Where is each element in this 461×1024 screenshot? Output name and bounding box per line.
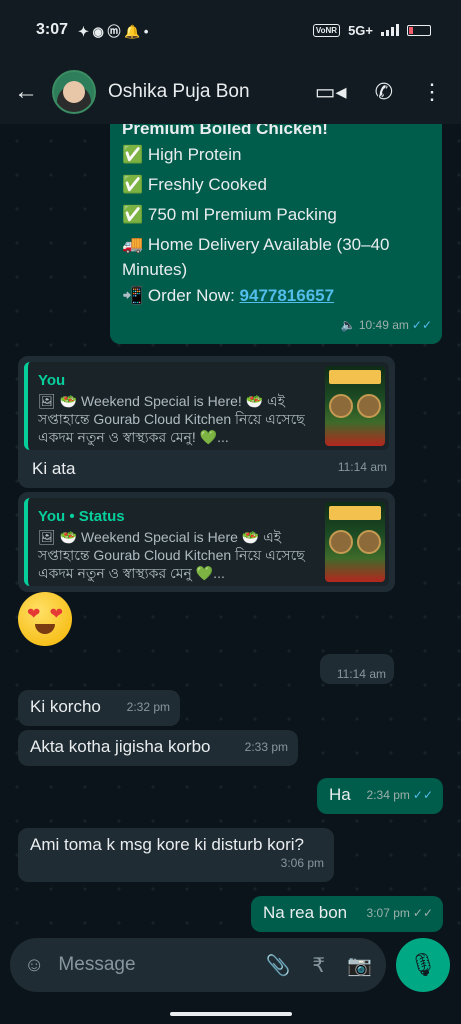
message-outgoing[interactable]: Ha 2:34 pm ✓✓ [317, 778, 443, 814]
signal-icon [381, 24, 399, 36]
message-text: Na rea bon [263, 903, 348, 922]
message-input-bar[interactable]: ☺ Message 📎 ₹ 📷 [10, 938, 386, 992]
volte-badge: VoNR [312, 23, 341, 37]
message-time: 11:14 am [337, 460, 387, 474]
notification-icons: ✦ ◉ ⓜ 🔔 • [78, 23, 149, 39]
message-time: 2:32 pm [126, 700, 170, 714]
message-incoming-status-reply[interactable]: You • Status 🖼 🥗 Weekend Special is Here… [18, 492, 395, 592]
quoted-message[interactable]: You 🖼 🥗 Weekend Special is Here! 🥗 এই সপ… [24, 362, 389, 450]
message-outgoing[interactable]: Na rea bon 3:07 pm ✓✓ [251, 896, 443, 932]
sticker-icon[interactable]: ☺ [24, 954, 44, 977]
more-menu-icon[interactable]: ⋮ [421, 79, 443, 105]
message-incoming[interactable]: Akta kotha jigisha korbo 2:33 pm [18, 730, 298, 766]
avatar[interactable] [52, 70, 96, 114]
read-ticks-icon: ✓✓ [411, 318, 432, 332]
attach-icon[interactable]: 📎 [265, 953, 290, 978]
message-text: Akta kotha jigisha korbo [30, 737, 211, 756]
message-time: 11:14 am [336, 667, 386, 681]
message-line: Premium Boiled Chicken! [122, 124, 328, 138]
read-ticks-icon: ✓✓ [412, 906, 433, 920]
mic-icon[interactable]: 🎙 [396, 938, 450, 992]
message-time: 2:33 pm [244, 740, 288, 754]
phone-link[interactable]: 9477816657 [240, 286, 335, 305]
speaker-icon: 🔈 [340, 318, 359, 332]
status-thumbnail [325, 502, 385, 582]
message-incoming-reply[interactable]: You 🖼 🥗 Weekend Special is Here! 🥗 এই সপ… [18, 356, 395, 488]
payment-rupee-icon[interactable]: ₹ [312, 953, 325, 978]
video-call-icon[interactable]: ▭◂ [315, 79, 347, 105]
quote-text: 🖼 🥗 Weekend Special is Here! 🥗 এই সপ্তাহ… [38, 393, 305, 445]
message-time: 10:49 am [358, 318, 409, 332]
back-arrow-icon[interactable]: ← [0, 78, 52, 106]
home-indicator [170, 1012, 292, 1016]
chat-area[interactable]: Premium Boiled Chicken! ✅ High Protein ✅… [0, 124, 461, 936]
message-line: ✅ 750 ml Premium Packing [122, 205, 337, 224]
status-bar: 3:07 ✦ ◉ ⓜ 🔔 • VoNR 5G+ [0, 0, 461, 60]
phone-call-icon[interactable]: ✆ [375, 79, 393, 105]
message-line: Minutes) [122, 260, 188, 279]
camera-icon[interactable]: 📷 [347, 953, 372, 978]
quote-author: You • Status [38, 508, 125, 525]
quoted-status[interactable]: You • Status 🖼 🥗 Weekend Special is Here… [24, 498, 389, 586]
message-time: 3:07 pm [366, 906, 410, 920]
message-incoming[interactable]: Ki korcho 2:32 pm [18, 690, 180, 726]
message-text: Ki ata [32, 459, 76, 478]
message-time: 2:34 pm [366, 788, 410, 802]
message-line: 🚚 Home Delivery Available (30–40 [122, 235, 390, 254]
order-label: 📲 Order Now: [122, 286, 240, 305]
message-outgoing[interactable]: Premium Boiled Chicken! ✅ High Protein ✅… [110, 124, 442, 344]
message-input[interactable]: Message [58, 954, 243, 976]
quote-author: You [38, 372, 66, 389]
battery-icon [407, 24, 431, 36]
message-text: Ki korcho [30, 697, 101, 716]
message-line: ✅ High Protein [122, 145, 242, 164]
heart-eyes-emoji-icon: ❤ ❤ [18, 592, 72, 646]
network-label: 5G+ [348, 22, 373, 38]
message-incoming[interactable]: Ami toma k msg kore ki disturb kori? 3:0… [18, 828, 334, 882]
read-ticks-icon: ✓✓ [412, 788, 433, 802]
contact-name[interactable]: Oshika Puja Bon [108, 81, 315, 103]
quote-thumbnail [325, 366, 385, 446]
message-text: Ami toma k msg kore ki disturb kori? [30, 835, 304, 854]
message-time: 3:06 pm [280, 856, 324, 870]
message-text: Ha [329, 785, 351, 804]
emoji-time-bubble: 11:14 am [320, 654, 394, 684]
chat-header: ← Oshika Puja Bon ▭◂ ✆ ⋮ [0, 60, 461, 124]
status-time: 3:07 [36, 21, 69, 38]
quote-text: 🖼 🥗 Weekend Special is Here 🥗 এই সপ্তাহা… [38, 529, 305, 581]
message-line: ✅ Freshly Cooked [122, 175, 267, 194]
